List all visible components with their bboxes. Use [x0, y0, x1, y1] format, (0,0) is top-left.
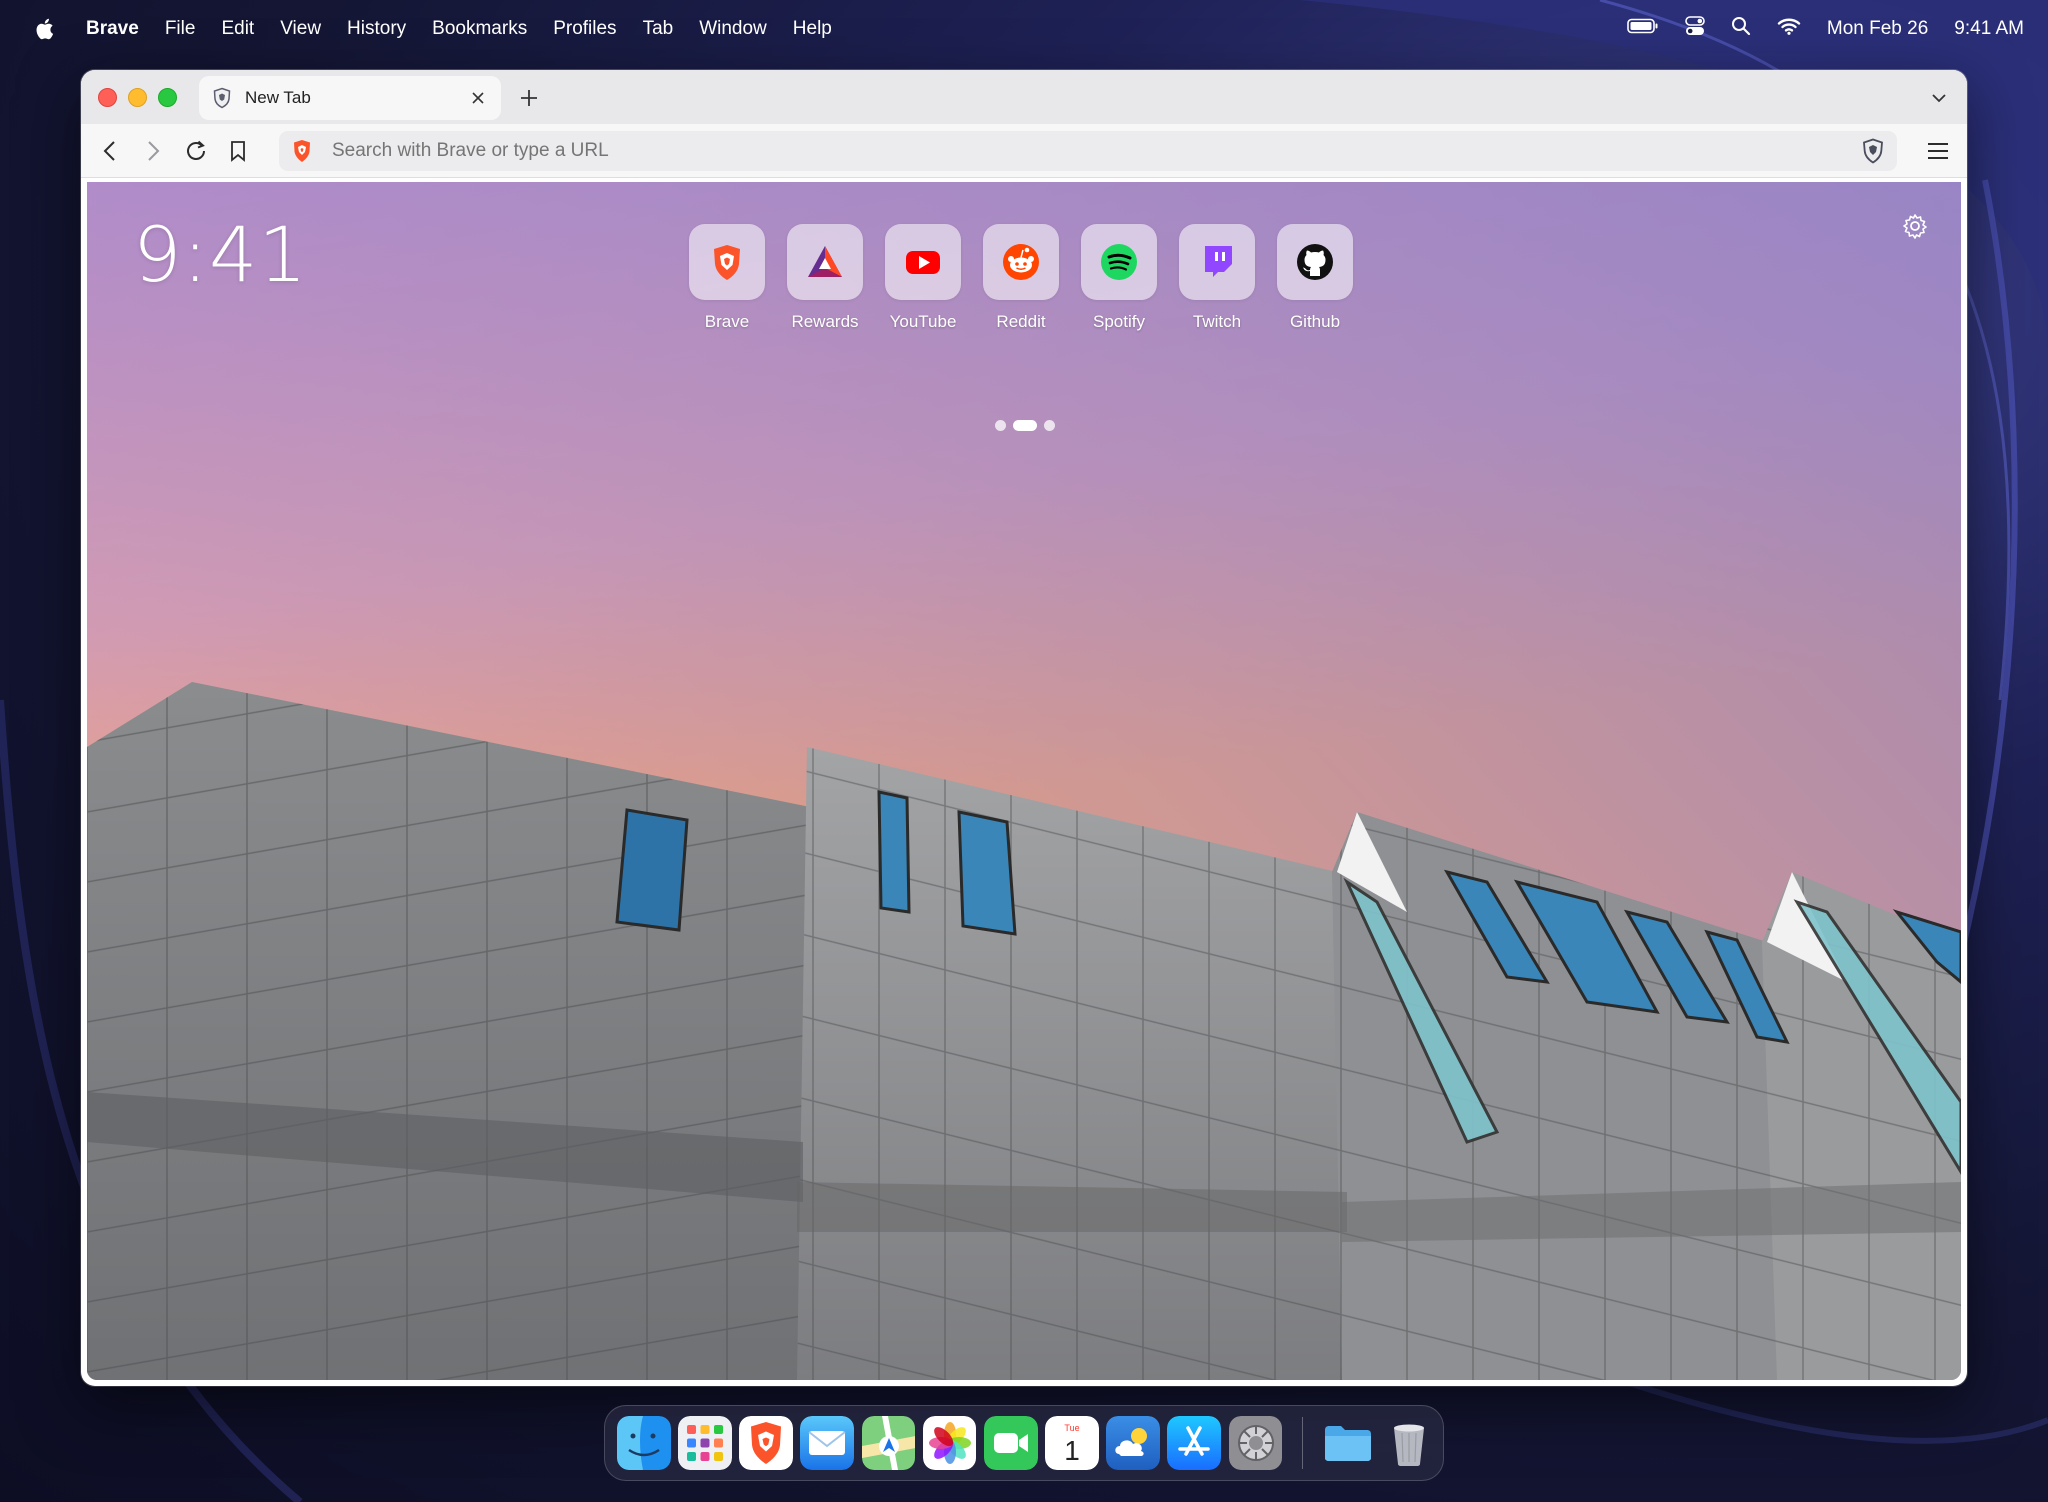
top-sites-grid: Brave Rewards YouTube Reddit Spotify Twi…	[689, 224, 1353, 332]
calendar-icon[interactable]: Tue 1	[1045, 1416, 1099, 1470]
twitch-icon	[1179, 224, 1255, 300]
calendar-day: 1	[1064, 1435, 1080, 1466]
tab-new-tab[interactable]: New Tab	[199, 76, 501, 120]
close-window-button[interactable]	[98, 88, 117, 107]
reddit-icon	[983, 224, 1059, 300]
menu-profiles[interactable]: Profiles	[553, 18, 616, 40]
top-site-brave[interactable]: Brave	[689, 224, 765, 332]
tab-search-chevron-down-icon[interactable]	[1925, 84, 1953, 112]
browser-toolbar	[81, 124, 1967, 178]
trash-icon[interactable]	[1382, 1416, 1436, 1470]
brave-shields-icon[interactable]	[1861, 138, 1885, 164]
top-site-label: Github	[1289, 312, 1341, 331]
window-controls	[98, 88, 177, 107]
battery-icon[interactable]	[1627, 18, 1659, 40]
page-dot[interactable]	[995, 420, 1006, 431]
top-site-label: Brave	[704, 312, 750, 331]
mail-icon[interactable]	[800, 1416, 855, 1470]
background-photo-building	[87, 182, 1961, 1380]
github-icon	[1277, 224, 1353, 300]
maps-icon[interactable]	[861, 1416, 916, 1470]
new-tab-clock: 9:41	[133, 210, 308, 299]
brave-shield-favicon-icon	[211, 87, 233, 109]
bat-triangle-icon	[787, 224, 863, 300]
folder-icon[interactable]	[1321, 1416, 1375, 1470]
top-sites-pagination	[995, 420, 1055, 431]
menubar-time[interactable]: 9:41 AM	[1954, 18, 2024, 40]
menu-bar: Brave File Edit View History Bookmarks P…	[0, 0, 2048, 58]
tab-close-icon[interactable]	[463, 83, 493, 113]
forward-arrow-icon[interactable]	[138, 136, 168, 166]
menubar-date[interactable]: Mon Feb 26	[1827, 18, 1928, 40]
menu-edit[interactable]: Edit	[221, 18, 254, 40]
address-bar[interactable]	[279, 131, 1897, 171]
top-site-github[interactable]: Github	[1277, 224, 1353, 332]
weather-icon[interactable]	[1106, 1416, 1160, 1470]
top-site-label: Twitch	[1192, 312, 1242, 331]
system-settings-icon[interactable]	[1228, 1416, 1283, 1470]
menu-file[interactable]: File	[165, 18, 196, 40]
tab-strip: New Tab	[81, 70, 1967, 124]
brave-lion-icon	[689, 224, 765, 300]
zoom-window-button[interactable]	[158, 88, 177, 107]
brave-icon[interactable]	[739, 1416, 793, 1470]
menu-history[interactable]: History	[347, 18, 406, 40]
top-site-label: Rewards	[791, 312, 859, 331]
top-site-spotify[interactable]: Spotify	[1081, 224, 1157, 332]
app-store-icon[interactable]	[1167, 1416, 1222, 1470]
spotify-icon	[1081, 224, 1157, 300]
brave-search-lion-icon	[291, 139, 313, 163]
back-arrow-icon[interactable]	[95, 136, 125, 166]
calendar-month: Tue	[1065, 1423, 1080, 1433]
browser-window: New Tab Search with Brave or type a URL …	[81, 70, 1967, 1386]
menu-tab[interactable]: Tab	[643, 18, 674, 40]
top-site-label: Reddit	[996, 312, 1046, 331]
wifi-icon[interactable]	[1777, 17, 1801, 41]
top-site-rewards[interactable]: Rewards	[787, 224, 863, 332]
page-dot[interactable]	[1044, 420, 1055, 431]
url-input[interactable]	[332, 140, 1732, 162]
youtube-icon	[885, 224, 961, 300]
top-site-label: YouTube	[889, 312, 957, 331]
minimize-window-button[interactable]	[128, 88, 147, 107]
top-site-reddit[interactable]: Reddit	[983, 224, 1059, 332]
reload-icon[interactable]	[181, 136, 211, 166]
menu-window[interactable]: Window	[699, 18, 767, 40]
dock: Tue 1	[604, 1405, 1444, 1481]
page-dot-active[interactable]	[1013, 420, 1037, 431]
control-center-icon[interactable]	[1685, 16, 1705, 42]
top-site-twitch[interactable]: Twitch	[1179, 224, 1255, 332]
dock-separator	[1301, 1417, 1303, 1469]
launchpad-icon[interactable]	[678, 1416, 732, 1470]
tab-title: New Tab	[245, 88, 311, 107]
new-tab-page: 9:41 Brave Rewards YouTube Reddit Spotif…	[87, 182, 1961, 1380]
top-site-label: Spotify	[1093, 312, 1145, 331]
customize-settings-gear-icon[interactable]	[1901, 212, 1929, 240]
finder-icon[interactable]	[617, 1416, 671, 1470]
apple-logo-icon[interactable]	[34, 16, 56, 42]
photos-icon[interactable]	[922, 1416, 977, 1470]
menu-view[interactable]: View	[280, 18, 321, 40]
menu-app-name[interactable]: Brave	[86, 18, 139, 40]
new-tab-plus-icon[interactable]	[514, 83, 544, 113]
menu-bookmarks[interactable]: Bookmarks	[432, 18, 527, 40]
bookmark-icon[interactable]	[223, 136, 253, 166]
facetime-icon[interactable]	[983, 1416, 1038, 1470]
menu-help[interactable]: Help	[793, 18, 832, 40]
top-site-youtube[interactable]: YouTube	[885, 224, 961, 332]
spotlight-search-icon[interactable]	[1731, 16, 1751, 42]
main-menu-hamburger-icon[interactable]	[1923, 136, 1953, 166]
